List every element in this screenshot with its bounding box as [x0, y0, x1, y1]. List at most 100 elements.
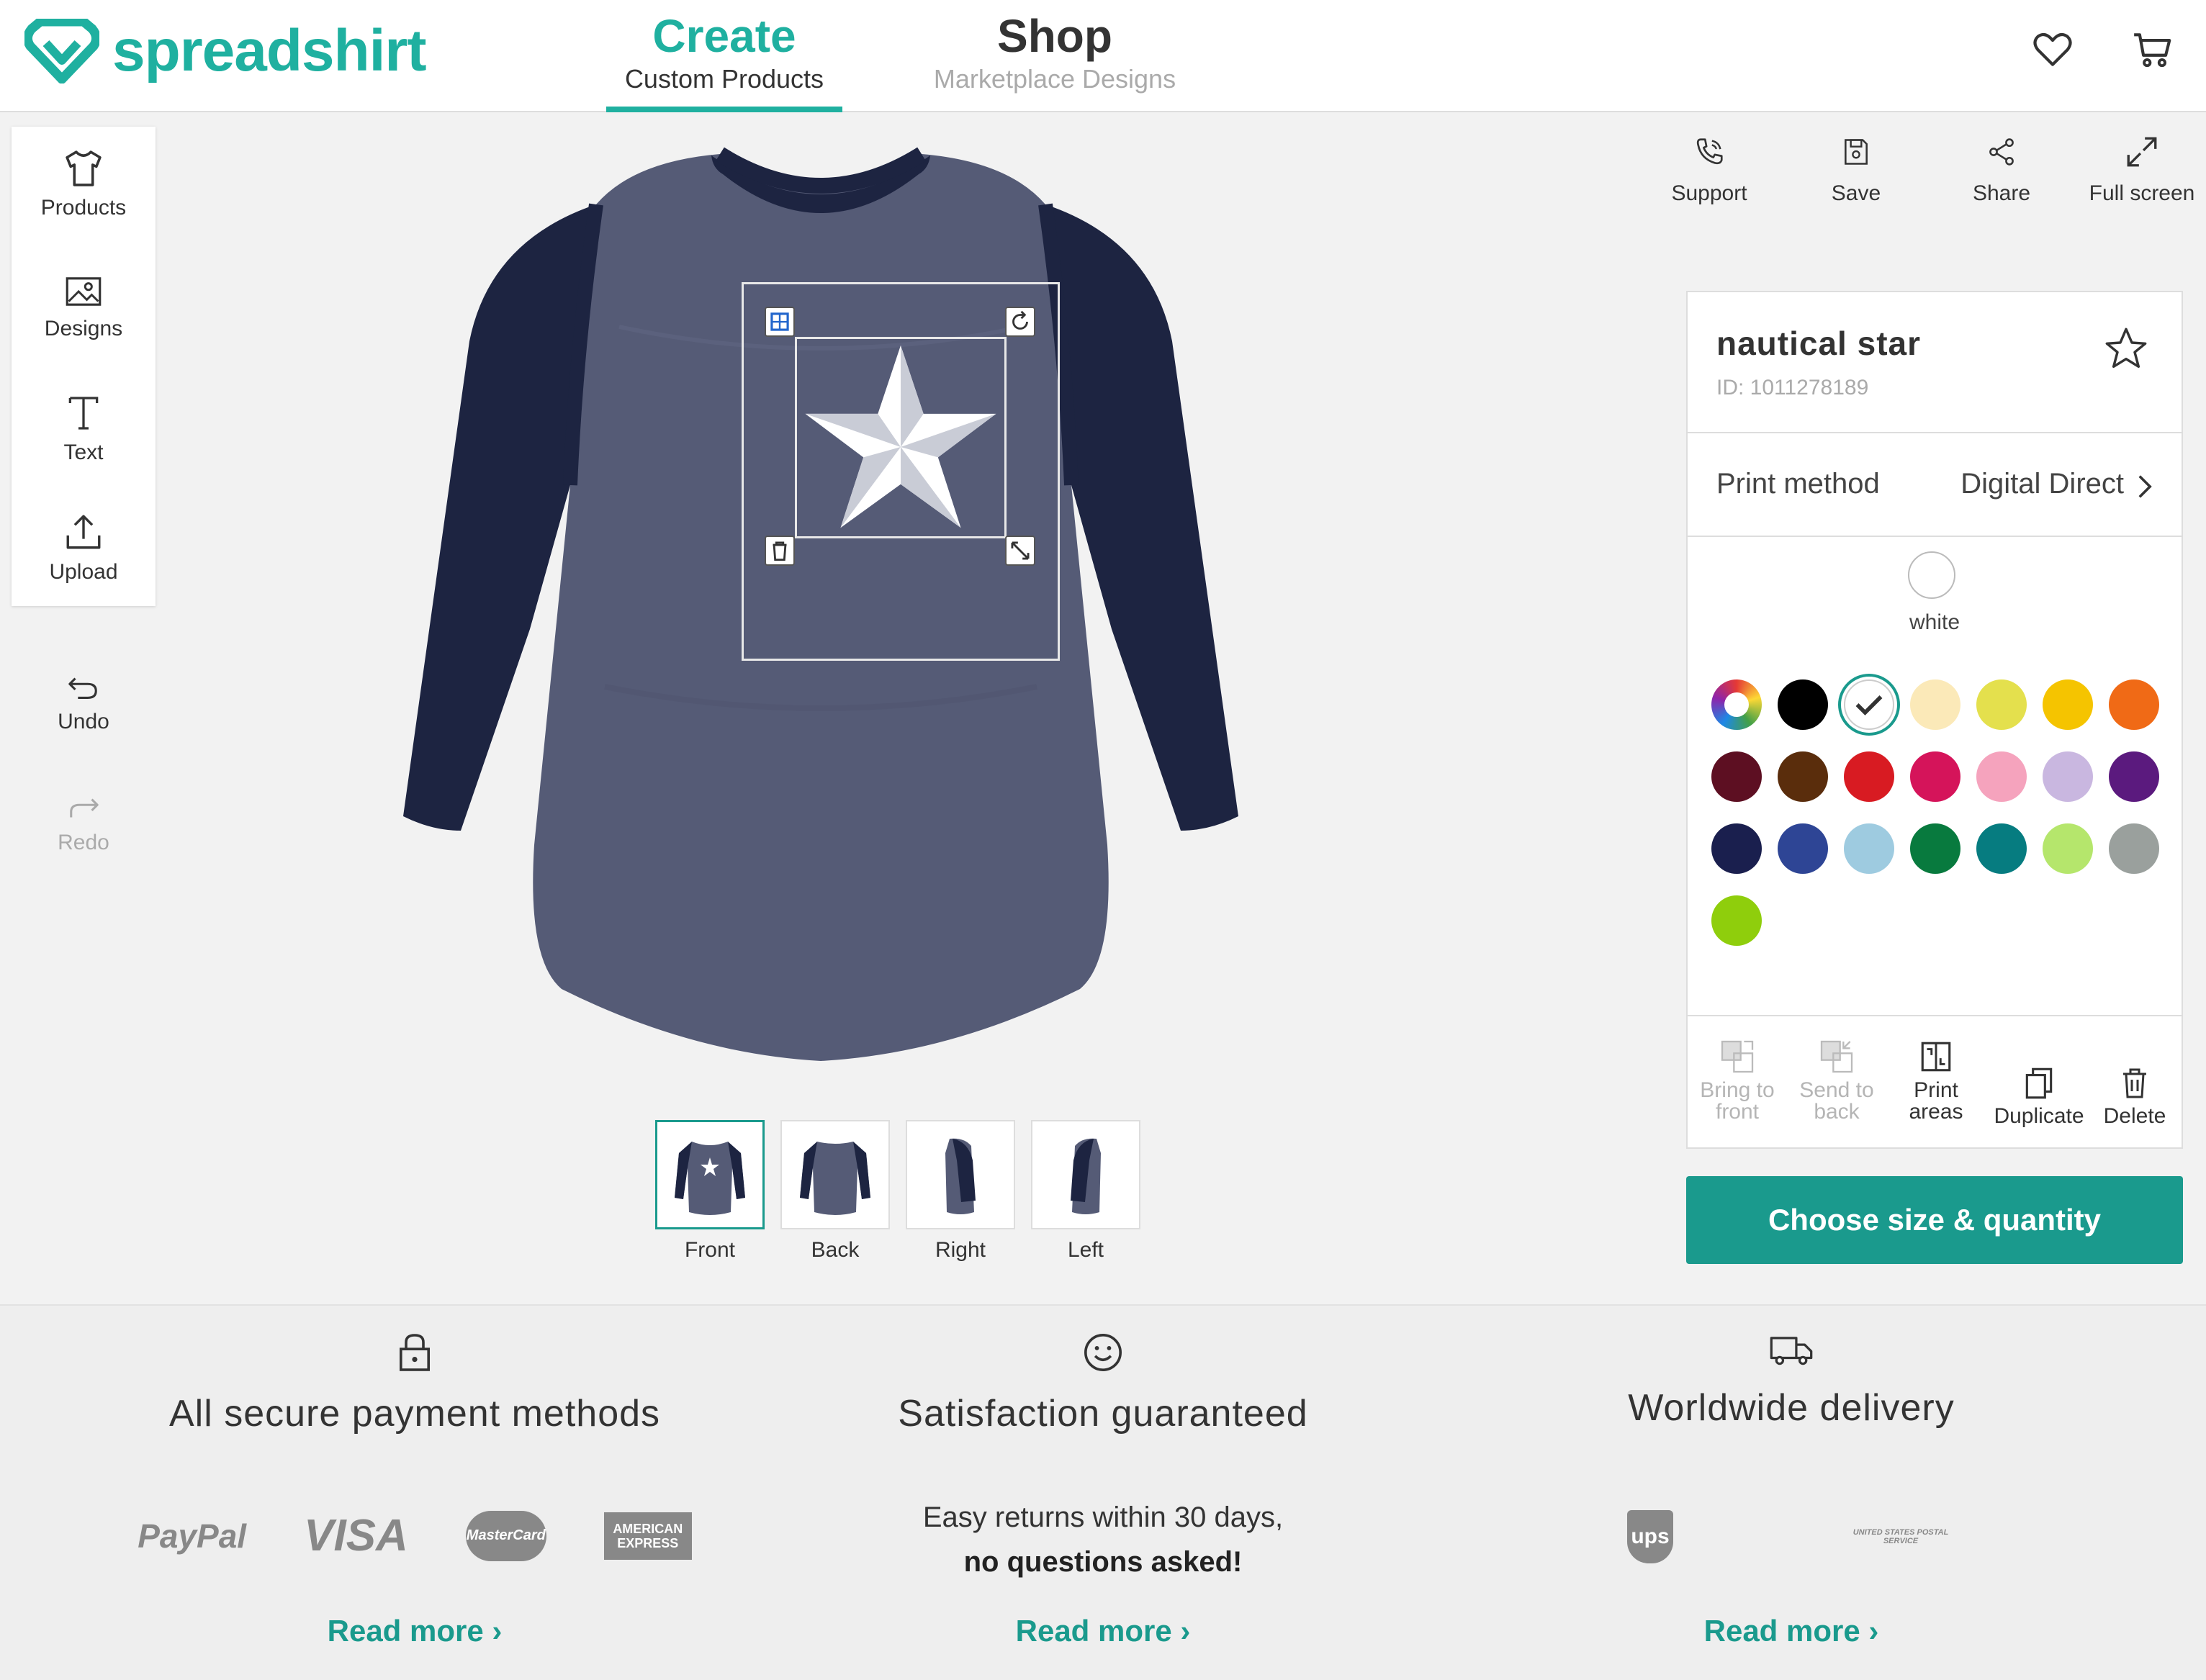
undo-button[interactable]: Undo	[12, 674, 156, 734]
cart-icon[interactable]	[2130, 27, 2176, 72]
view-left-label: Left	[1067, 1238, 1104, 1262]
design-panel: nautical star ID: 1011278189 Print metho…	[1686, 291, 2183, 1149]
support-label: Support	[1671, 181, 1747, 205]
color-swatch[interactable]	[1844, 751, 1894, 802]
products-tool[interactable]: Products	[12, 148, 156, 220]
delete-button[interactable]: Delete	[2095, 1064, 2174, 1127]
print-method-label: Print method	[1716, 468, 1880, 500]
color-swatch[interactable]	[2109, 679, 2159, 730]
no-questions-text: no questions asked!	[963, 1546, 1243, 1578]
color-swatch[interactable]	[1976, 751, 2027, 802]
mastercard-logo: MasterCard	[465, 1510, 546, 1561]
upload-tool[interactable]: Upload	[12, 511, 156, 584]
color-swatch[interactable]	[2109, 751, 2159, 802]
rotate-handle[interactable]	[1005, 307, 1035, 337]
text-tool[interactable]: Text	[12, 393, 156, 465]
send-to-back-button[interactable]: Send to back	[1791, 1038, 1882, 1123]
visa-logo: VISA	[304, 1511, 408, 1561]
trash-icon	[773, 541, 787, 561]
delivery-title: Worldwide delivery	[1628, 1387, 1955, 1429]
view-front[interactable]: Front	[655, 1120, 765, 1263]
color-swatch[interactable]	[2043, 679, 2093, 730]
view-back-thumb	[780, 1120, 890, 1229]
color-swatch[interactable]	[1910, 823, 1960, 874]
view-right-thumb	[906, 1120, 1015, 1229]
color-swatch[interactable]	[1711, 895, 1762, 946]
canvas-actions: Support Save Share Full screen	[1642, 134, 2203, 227]
panel-divider	[1688, 432, 2182, 433]
color-swatch[interactable]	[2043, 823, 2093, 874]
scale-handle[interactable]	[1005, 536, 1035, 566]
designs-tool-label: Designs	[44, 317, 123, 340]
color-swatch[interactable]	[1711, 823, 1762, 874]
choose-size-quantity-button[interactable]: Choose size & quantity	[1686, 1176, 2183, 1264]
ups-logo: ups	[1627, 1510, 1673, 1563]
send-back-line2: back	[1814, 1100, 1860, 1124]
payment-section: All secure payment methods PayPal VISA M…	[55, 1306, 775, 1648]
panel-divider	[1688, 1015, 2182, 1016]
color-swatch[interactable]	[1910, 679, 1960, 730]
delete-design-handle[interactable]	[765, 536, 795, 566]
fullscreen-button[interactable]: Full screen	[2081, 134, 2203, 206]
redo-icon	[70, 798, 99, 818]
bring-front-line2: front	[1715, 1100, 1760, 1124]
heart-logo-icon	[24, 19, 99, 83]
color-swatch[interactable]	[1778, 751, 1828, 802]
nautical-star-design[interactable]	[795, 337, 1007, 538]
design-name: nautical star	[1716, 325, 1921, 362]
color-swatch[interactable]	[1976, 823, 2027, 874]
color-swatch[interactable]	[1711, 751, 1762, 802]
smiley-icon	[1084, 1334, 1122, 1371]
tshirt-icon	[66, 150, 102, 186]
color-swatch[interactable]	[1844, 823, 1894, 874]
heart-icon[interactable]	[2030, 27, 2075, 72]
payment-logos: PayPal VISA MasterCard AMERICAN EXPRESS	[55, 1510, 775, 1561]
color-swatch[interactable]	[1976, 679, 2027, 730]
share-button[interactable]: Share	[1945, 134, 2058, 206]
view-back[interactable]: Back	[780, 1120, 890, 1263]
color-swatch[interactable]	[1778, 823, 1828, 874]
duplicate-button[interactable]: Duplicate	[1987, 1064, 2091, 1127]
payment-read-more-link[interactable]: Read more ›	[55, 1614, 775, 1648]
chevron-right-icon	[2137, 474, 2153, 500]
favorite-star-icon[interactable]	[2102, 325, 2150, 371]
bring-to-front-button[interactable]: Bring to front	[1692, 1038, 1783, 1123]
designs-tool[interactable]: Designs	[12, 274, 156, 341]
panel-divider	[1688, 536, 2182, 537]
color-swatch[interactable]	[1910, 751, 1960, 802]
redo-button[interactable]: Redo	[12, 795, 156, 855]
layers-icon	[770, 312, 789, 331]
view-left[interactable]: Left	[1031, 1120, 1140, 1263]
support-button[interactable]: Support	[1653, 134, 1765, 206]
phone-icon	[1696, 138, 1723, 165]
delivery-read-more-label: Read more	[1703, 1614, 1860, 1648]
design-layers-handle[interactable]	[765, 307, 795, 337]
design-tools-row: Bring to front Send to back Print areas …	[1688, 1038, 2182, 1146]
returns-text: Easy returns within 30 days,	[922, 1501, 1284, 1533]
print-areas-line1: Print	[1914, 1078, 1958, 1102]
view-right[interactable]: Right	[906, 1120, 1015, 1263]
payment-title: All secure payment methods	[168, 1393, 661, 1435]
expand-icon	[2127, 137, 2157, 167]
save-icon	[1845, 139, 1868, 165]
upload-tool-label: Upload	[49, 560, 118, 584]
checkmark-icon	[1855, 695, 1883, 715]
undo-icon	[68, 677, 97, 699]
duplicate-label: Duplicate	[1994, 1104, 2084, 1128]
delivery-read-more-link[interactable]: Read more ›	[1431, 1614, 2151, 1648]
save-button[interactable]: Save	[1800, 134, 1912, 206]
color-swatch[interactable]	[1778, 679, 1828, 730]
trash-icon	[2123, 1068, 2146, 1098]
color-swatch[interactable]	[1844, 679, 1894, 730]
upload-icon	[66, 515, 101, 549]
truck-icon	[1770, 1337, 1813, 1365]
send-back-line1: Send to	[1799, 1078, 1874, 1102]
usps-logo: UNITED STATES POSTAL SERVICE	[1852, 1528, 1949, 1545]
color-swatch[interactable]	[2109, 823, 2159, 874]
color-picker-wheel[interactable]	[1711, 679, 1762, 730]
satisfaction-read-more-link[interactable]: Read more ›	[743, 1614, 1463, 1648]
save-label: Save	[1831, 181, 1881, 205]
color-swatch[interactable]	[2043, 751, 2093, 802]
payment-read-more-label: Read more	[327, 1614, 484, 1648]
print-areas-button[interactable]: Print areas	[1891, 1038, 1981, 1123]
